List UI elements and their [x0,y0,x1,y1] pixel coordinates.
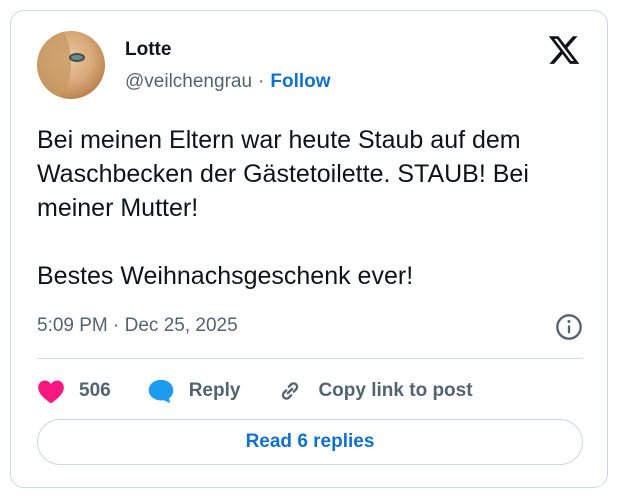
post-timestamp[interactable]: 5:09 PM · Dec 25, 2025 [37,315,238,337]
avatar-hair [37,31,71,99]
author-handle[interactable]: @veilchengrau [125,71,252,93]
like-action[interactable]: 506 [37,378,111,404]
speech-bubble-icon [148,379,173,404]
post-actions: 506 Reply Copy link to post [37,374,509,408]
like-count: 506 [79,380,111,401]
read-replies-button[interactable]: Read 6 replies [37,419,583,465]
heart-icon [38,380,64,404]
avatar-eye [69,53,85,62]
author-name[interactable]: Lotte [125,39,171,61]
separator-dot: · [258,71,265,92]
link-icon [282,382,299,400]
embedded-post-card: Lotte @veilchengrau · Follow Bei meinen … [10,10,608,488]
copy-link-action[interactable]: Copy link to post [276,378,473,404]
reply-label: Reply [188,380,241,401]
info-icon[interactable] [555,313,583,341]
x-logo-icon[interactable] [547,33,581,67]
follow-button[interactable]: Follow [270,71,330,93]
reply-action[interactable]: Reply [147,378,241,404]
avatar[interactable] [37,31,105,99]
post-text: Bei meinen Eltern war heute Staub auf de… [37,126,529,290]
author-handle-row: @veilchengrau · Follow [125,71,331,93]
divider [37,358,583,359]
copy-link-label: Copy link to post [318,380,473,401]
